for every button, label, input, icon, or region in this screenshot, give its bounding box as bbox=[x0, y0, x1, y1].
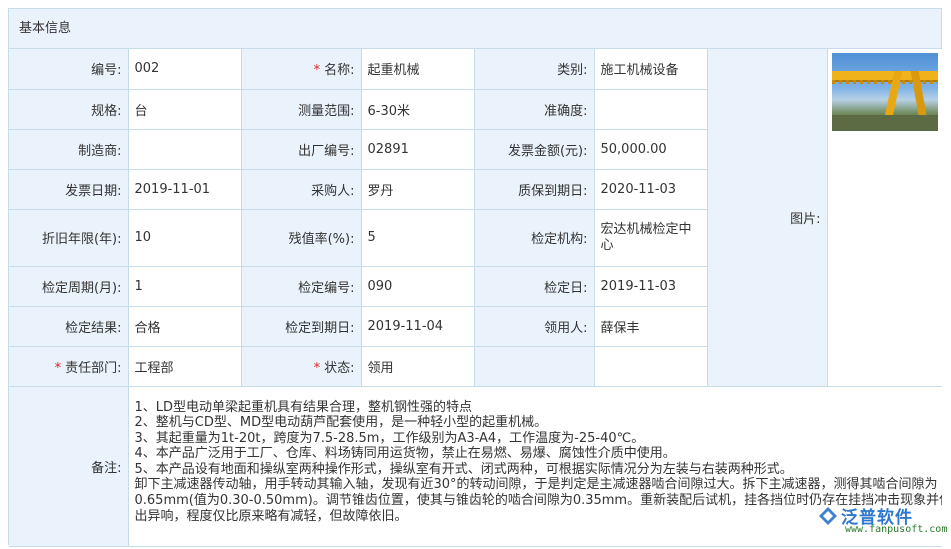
empty-value bbox=[593, 345, 708, 387]
residual-rate-label: 残值率(%): bbox=[240, 208, 362, 267]
factory-no-value[interactable]: 02891 bbox=[360, 128, 475, 170]
accuracy-label: 准确度: bbox=[473, 88, 595, 130]
status-value[interactable]: 领用 bbox=[360, 345, 475, 387]
factory-no-label: 出厂编号: bbox=[240, 128, 362, 170]
department-value[interactable]: 工程部 bbox=[127, 345, 242, 387]
status-label: * 状态: bbox=[240, 345, 362, 387]
invoice-date-value[interactable]: 2019-11-01 bbox=[127, 168, 242, 210]
basic-info-panel: 基本信息 编号: 002 * 名称: 起重机械 类别: 施工机械设备 图片: 规… bbox=[8, 8, 942, 547]
inspection-no-value[interactable]: 090 bbox=[360, 265, 475, 307]
remark-content[interactable]: 1、LD型电动单梁起重机具有结果合理，整机钢性强的特点 2、整机与CD型、MD型… bbox=[127, 385, 943, 547]
required-mark: * bbox=[313, 63, 321, 79]
inspection-due-label: 检定到期日: bbox=[240, 305, 362, 347]
invoice-amount-value[interactable]: 50,000.00 bbox=[593, 128, 708, 170]
residual-rate-value[interactable]: 5 bbox=[360, 208, 475, 267]
buyer-label: 采购人: bbox=[240, 168, 362, 210]
panel-title: 基本信息 bbox=[9, 9, 941, 49]
receiver-label: 领用人: bbox=[473, 305, 595, 347]
warranty-date-label: 质保到期日: bbox=[473, 168, 595, 210]
picture-cell[interactable] bbox=[826, 49, 942, 387]
range-value[interactable]: 6-30米 bbox=[360, 88, 475, 130]
warranty-date-value[interactable]: 2020-11-03 bbox=[593, 168, 708, 210]
remark-line: 3、其起重量为1t-20t，跨度为7.5-28.5m，工作级别为A3-A4，工作… bbox=[134, 430, 645, 446]
required-mark: * bbox=[54, 360, 62, 376]
remark-line: 5、本产品设有地面和操纵室两种操作形式，操纵室有开式、闭式两种，可根据实际情况分… bbox=[134, 461, 793, 477]
inspection-no-label: 检定编号: bbox=[240, 265, 362, 307]
inspection-result-label: 检定结果: bbox=[9, 305, 129, 347]
remark-line: 2、整机与CD型、MD型电动葫芦配套使用，是一种轻小型的起重机械。 bbox=[134, 415, 548, 431]
spec-value[interactable]: 台 bbox=[127, 88, 242, 130]
inspection-org-label: 检定机构: bbox=[473, 208, 595, 267]
inspection-due-value[interactable]: 2019-11-04 bbox=[360, 305, 475, 347]
range-label: 测量范围: bbox=[240, 88, 362, 130]
info-table: 编号: 002 * 名称: 起重机械 类别: 施工机械设备 图片: 规格: 台 测… bbox=[9, 49, 942, 547]
depreciation-value[interactable]: 10 bbox=[127, 208, 242, 267]
code-value[interactable]: 002 bbox=[127, 49, 242, 90]
name-value[interactable]: 起重机械 bbox=[360, 49, 475, 90]
department-label: * 责任部门: bbox=[9, 345, 129, 387]
inspection-cycle-label: 检定周期(月): bbox=[9, 265, 129, 307]
receiver-value[interactable]: 薛保丰 bbox=[593, 305, 708, 347]
remark-line: 1、LD型电动单梁起重机具有结果合理，整机钢性强的特点 bbox=[134, 399, 473, 415]
remark-line: 0.65mm(值为0.30-0.50mm)。调节锥齿位置，使其与锥齿轮的啮合间隙… bbox=[134, 493, 943, 509]
remark-label: 备注: bbox=[9, 385, 129, 547]
empty-label bbox=[473, 345, 595, 387]
buyer-value[interactable]: 罗丹 bbox=[360, 168, 475, 210]
category-label: 类别: bbox=[473, 49, 595, 90]
inspection-org-value[interactable]: 宏达机械检定中心 bbox=[593, 208, 708, 267]
inspection-cycle-value[interactable]: 1 bbox=[127, 265, 242, 307]
crane-photo[interactable] bbox=[831, 53, 938, 131]
remark-line: 4、本产品广泛用于工厂、仓库、料场铸同用运货物，禁止在易燃、易爆、腐蚀性介质中使… bbox=[134, 446, 676, 462]
invoice-date-label: 发票日期: bbox=[9, 168, 129, 210]
inspection-date-value[interactable]: 2019-11-03 bbox=[593, 265, 708, 307]
inspection-result-value[interactable]: 合格 bbox=[127, 305, 242, 347]
name-label: * 名称: bbox=[240, 49, 362, 90]
required-mark: * bbox=[313, 360, 321, 376]
remark-line: 卸下主减速器传动轴，用手转动其输入轴，发现有近30°的转动间隙，于是判定是主减速… bbox=[134, 477, 938, 493]
spec-label: 规格: bbox=[9, 88, 129, 130]
inspection-date-label: 检定日: bbox=[473, 265, 595, 307]
maker-value[interactable] bbox=[127, 128, 242, 170]
picture-label: 图片: bbox=[706, 49, 828, 387]
code-label: 编号: bbox=[9, 49, 129, 90]
invoice-amount-label: 发票金额(元): bbox=[473, 128, 595, 170]
depreciation-label: 折旧年限(年): bbox=[9, 208, 129, 267]
remark-line: 出异响，程度仅比原来略有减轻，但故障依旧。 bbox=[134, 508, 408, 524]
accuracy-value[interactable] bbox=[593, 88, 708, 130]
maker-label: 制造商: bbox=[9, 128, 129, 170]
category-value[interactable]: 施工机械设备 bbox=[593, 49, 708, 90]
